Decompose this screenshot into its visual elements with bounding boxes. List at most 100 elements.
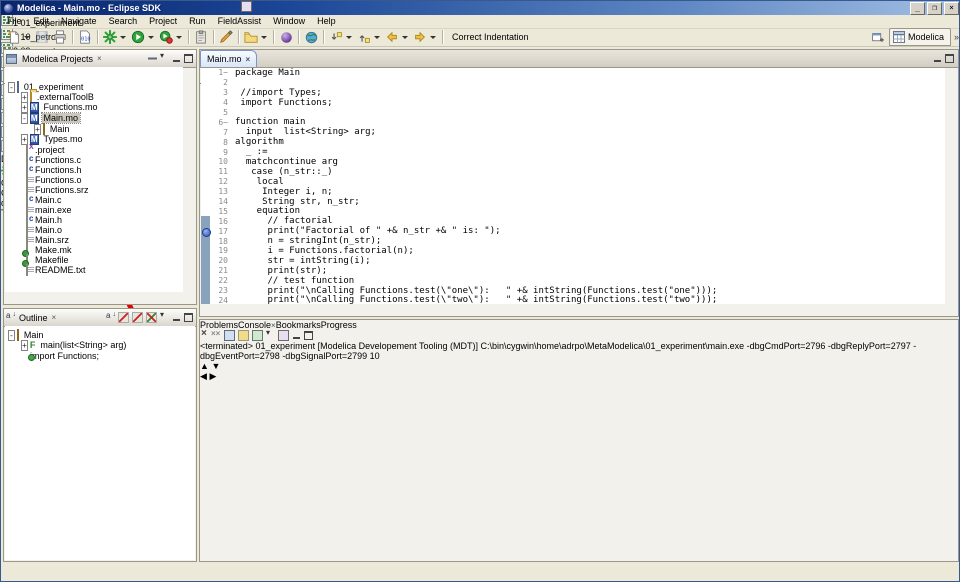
console-vscrollbar[interactable]: ▲ ▼ <box>200 361 958 371</box>
code-line: 4 import Functions; <box>201 98 945 108</box>
project-item-.externalToolB[interactable]: +.externalToolB <box>5 92 183 102</box>
expand-icon[interactable]: + <box>21 102 28 113</box>
perspective-modelica-button[interactable]: Modelica <box>889 28 951 46</box>
expand-icon[interactable]: + <box>21 340 28 351</box>
menu-edit[interactable]: Edit <box>28 15 56 28</box>
sort-icon[interactable] <box>106 313 115 322</box>
collapse-icon[interactable]: - <box>21 113 28 124</box>
hide-nonpublic-icon[interactable] <box>146 312 157 323</box>
project-item-Main.h[interactable]: Main.h <box>5 215 183 225</box>
project-item-Main.c[interactable]: Main.c <box>5 195 183 205</box>
project-item-Functions.h[interactable]: Functions.h <box>5 165 183 175</box>
project-item-Makefile[interactable]: Makefile <box>5 255 183 265</box>
minimize-view-icon[interactable] <box>172 54 181 63</box>
new-wizard-button[interactable] <box>5 29 33 46</box>
previous-annotation-dropdown-arrow-icon[interactable] <box>374 36 380 39</box>
menu-file[interactable]: File <box>1 15 28 28</box>
maximize-editor-icon[interactable] <box>945 54 954 63</box>
menu-search[interactable]: Search <box>103 15 144 28</box>
close-console-icon[interactable] <box>200 331 209 340</box>
project-item-Functions.mo[interactable]: +Functions.mo <box>5 102 183 113</box>
open-folder-button[interactable] <box>242 29 270 46</box>
maximize-view-icon[interactable] <box>184 54 193 63</box>
menu-navigate[interactable]: Navigate <box>55 15 103 28</box>
format-button[interactable] <box>217 29 235 46</box>
display-selected-console-icon[interactable] <box>252 330 263 341</box>
save-button[interactable] <box>33 29 51 46</box>
restore-window-icon[interactable]: ❐ <box>927 2 942 15</box>
new-wizard-dropdown-arrow-icon[interactable] <box>24 36 30 39</box>
console-tab-console[interactable]: Console× <box>238 320 276 330</box>
next-annotation-button[interactable] <box>327 29 355 46</box>
minimize-view-icon[interactable] <box>292 331 301 340</box>
next-annotation-dropdown-arrow-icon[interactable] <box>346 36 352 39</box>
menu-window[interactable]: Window <box>267 15 311 28</box>
project-item-Main[interactable]: +Main <box>5 124 183 134</box>
collapse-icon[interactable]: - <box>8 330 15 341</box>
minimize-view-icon[interactable] <box>172 313 181 322</box>
breakpoint-icon[interactable] <box>202 228 211 237</box>
pin-console-icon[interactable] <box>224 330 235 341</box>
project-item-Main.mo[interactable]: -Main.mo <box>5 113 183 124</box>
collapse-icon[interactable]: - <box>8 82 15 93</box>
menu-run[interactable]: Run <box>183 15 212 28</box>
console-tab-progress[interactable]: Progress <box>321 320 357 330</box>
clipboard-button[interactable] <box>192 29 210 46</box>
outline-item-import_Functions_[interactable]: import Functions; <box>5 351 195 361</box>
binary-file-button[interactable]: 010 <box>76 29 94 46</box>
remove-all-launches-icon[interactable] <box>212 331 221 340</box>
purple-ball-button[interactable] <box>277 29 295 46</box>
minimize-editor-icon[interactable] <box>933 54 942 63</box>
console-hscrollbar[interactable]: ◀ ▶ <box>200 371 958 383</box>
back-button[interactable] <box>383 29 411 46</box>
run-external-tools-button[interactable] <box>157 29 185 46</box>
project-item-Functions.o[interactable]: Functions.o <box>5 175 183 185</box>
run-dropdown-arrow-icon[interactable] <box>148 36 154 39</box>
status-tray-icon[interactable] <box>241 1 252 12</box>
hide-static-icon[interactable] <box>132 312 143 323</box>
project-item-README.txt[interactable]: README.txt <box>5 265 183 275</box>
fold-collapse-icon[interactable]: − <box>223 118 228 127</box>
hide-fields-icon[interactable] <box>118 312 129 323</box>
debug-dropdown-arrow-icon[interactable] <box>120 36 126 39</box>
menu-fieldassist[interactable]: FieldAssist <box>212 15 268 28</box>
line-number: 12 <box>201 177 235 186</box>
console-tab-bookmarks[interactable]: Bookmarks <box>276 320 321 330</box>
run-external-tools-dropdown-arrow-icon[interactable] <box>176 36 182 39</box>
browser-button[interactable] <box>302 29 320 46</box>
project-item-Main.o[interactable]: Main.o <box>5 225 183 235</box>
correct-indentation-button[interactable]: Correct Indentation <box>446 29 535 46</box>
view-menu-icon[interactable] <box>160 54 169 63</box>
code-editor[interactable]: 1−package Main23 //import Types;4 import… <box>201 68 945 304</box>
open-console-icon[interactable] <box>278 330 289 341</box>
project-item-Main.srz[interactable]: Main.srz <box>5 235 183 245</box>
scroll-lock-icon[interactable] <box>238 330 249 341</box>
open-perspective-icon[interactable] <box>870 29 886 45</box>
projects-close-icon[interactable]: × <box>97 54 102 63</box>
console-dropdown-icon[interactable] <box>266 331 275 340</box>
outline-close-icon[interactable]: × <box>52 313 57 322</box>
forward-dropdown-arrow-icon[interactable] <box>430 36 436 39</box>
previous-annotation-button[interactable] <box>355 29 383 46</box>
outline-item-main_list_String_arg_[interactable]: +main(list<String> arg) <box>5 340 195 351</box>
view-menu-icon[interactable] <box>160 313 169 322</box>
maximize-view-icon[interactable] <box>304 331 313 340</box>
editor-tab-main-mo[interactable]: Main.mo × <box>200 50 257 67</box>
toolbar-overflow-icon[interactable]: » <box>954 32 957 42</box>
minimize-window-icon[interactable]: _ <box>910 2 925 15</box>
open-folder-dropdown-arrow-icon[interactable] <box>261 36 267 39</box>
project-item-Make.mk[interactable]: Make.mk <box>5 245 183 255</box>
print-button[interactable] <box>51 29 69 46</box>
fold-collapse-icon[interactable]: − <box>223 68 228 77</box>
back-dropdown-arrow-icon[interactable] <box>402 36 408 39</box>
debug-button[interactable] <box>101 29 129 46</box>
forward-button[interactable] <box>411 29 439 46</box>
outline-item-Main[interactable]: -Main <box>5 330 195 340</box>
link-with-editor-icon[interactable] <box>148 54 157 63</box>
close-window-icon[interactable]: × <box>944 2 959 15</box>
menu-project[interactable]: Project <box>143 15 183 28</box>
run-button[interactable] <box>129 29 157 46</box>
maximize-view-icon[interactable] <box>184 313 193 322</box>
close-tab-icon[interactable]: × <box>246 55 251 64</box>
menu-help[interactable]: Help <box>311 15 342 28</box>
